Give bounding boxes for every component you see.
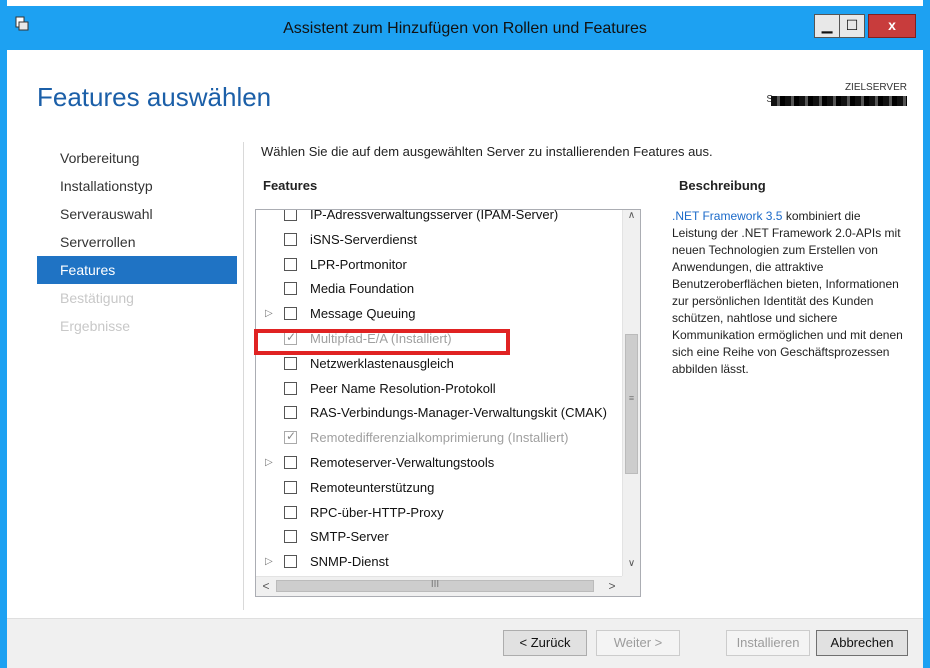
window-title: Assistent zum Hinzufügen von Rollen und … — [283, 20, 647, 37]
expand-arrow-icon[interactable]: ▷ — [265, 457, 273, 468]
feature-checkbox[interactable] — [284, 505, 297, 519]
target-server-redacted — [771, 96, 907, 106]
cancel-button[interactable]: Abbrechen — [816, 630, 908, 656]
feature-row[interactable]: iSNS-Serverdienst — [256, 229, 622, 253]
title-bar: Assistent zum Hinzufügen von Rollen und … — [0, 6, 930, 50]
feature-row[interactable]: Media Foundation — [256, 278, 622, 302]
description-header: Beschreibung — [679, 178, 766, 193]
feature-checkbox[interactable] — [284, 555, 297, 569]
scroll-up-icon[interactable]: ∧ — [623, 210, 640, 228]
feature-row[interactable]: Netzwerklastenausgleich — [256, 353, 622, 377]
nav-item-ergebnisse: Ergebnisse — [60, 318, 131, 334]
scroll-thumb-vertical[interactable]: ≡ — [625, 334, 638, 474]
nav-item-installationstyp[interactable]: Installationstyp — [37, 172, 237, 200]
page-title: Features auswählen — [37, 82, 272, 112]
grip-icon: III — [430, 579, 440, 590]
nav-item-serverrollen[interactable]: Serverrollen — [37, 228, 237, 256]
feature-label: LPR-Portmonitor — [310, 256, 407, 272]
feature-label: RPC-über-HTTP-Proxy — [310, 504, 444, 520]
nav-item-serverauswahl[interactable]: Serverauswahl — [37, 200, 237, 228]
feature-checkbox — [284, 429, 297, 445]
nav-item-bestaetigung: Bestätigung — [60, 290, 134, 306]
feature-label: Remoteserver-Verwaltungstools — [310, 455, 495, 470]
close-button[interactable]: x — [868, 14, 916, 38]
feature-checkbox[interactable] — [284, 282, 297, 296]
nav-item-vorbereitung[interactable]: Vorbereitung — [37, 144, 237, 172]
feature-row[interactable]: ▷ SNMP-Dienst — [256, 551, 622, 575]
maximize-icon: ☐ — [845, 17, 859, 33]
feature-label: SNMP-Dienst — [310, 554, 389, 570]
expand-arrow-icon[interactable]: ▷ — [265, 308, 273, 319]
scroll-left-icon[interactable]: < — [258, 579, 274, 593]
feature-label: IP-Adressverwaltungsserver (IPAM-Server) — [310, 210, 559, 222]
feature-row[interactable]: SMTP-Server — [256, 526, 622, 550]
target-server-label: ZIELSERVER — [844, 82, 907, 93]
wizard-nav: Vorbereitung Installationstyp Serverausw… — [37, 144, 237, 340]
maximize-button[interactable]: ☐ — [839, 14, 865, 38]
install-button[interactable]: Installieren — [726, 630, 810, 656]
feature-checkbox[interactable] — [284, 307, 297, 321]
feature-checkbox[interactable] — [284, 480, 297, 494]
feature-checkbox[interactable] — [284, 210, 297, 221]
feature-row[interactable]: IP-Adressverwaltungsserver (IPAM-Server) — [256, 210, 622, 228]
grip-icon: ≡ — [628, 393, 635, 403]
feature-label: iSNS-Serverdienst — [310, 231, 417, 247]
feature-checkbox[interactable] — [284, 456, 297, 469]
button-bar: < Zurück Weiter > Installieren Abbrechen — [7, 618, 923, 668]
feature-checkbox[interactable] — [284, 530, 297, 544]
feature-checkbox[interactable] — [284, 406, 297, 420]
highlight-box — [254, 329, 510, 355]
nav-divider — [243, 142, 244, 610]
vertical-scrollbar[interactable]: ∧ ≡ ∨ — [622, 210, 640, 576]
feature-label: SMTP-Server — [310, 529, 389, 545]
scroll-right-icon[interactable]: > — [604, 579, 620, 593]
feature-row[interactable]: RPC-über-HTTP-Proxy — [256, 502, 622, 526]
minimize-icon: ▁ — [821, 17, 833, 33]
instruction-text: Wählen Sie die auf dem ausgewählten Serv… — [261, 144, 713, 159]
description-body: kombiniert die Leistung der .NET Framewo… — [672, 209, 903, 376]
horizontal-scrollbar[interactable]: < III > — [256, 576, 622, 596]
close-icon: x — [888, 17, 896, 33]
features-header: Features — [263, 178, 318, 193]
scroll-corner — [622, 576, 640, 596]
feature-row[interactable]: ▷ Remoteserver-Verwaltungstools — [256, 452, 622, 476]
minimize-button[interactable]: ▁ — [814, 14, 840, 38]
description-text: .NET Framework 3.5 kombiniert die Leistu… — [672, 208, 904, 378]
wizard-content: Features auswählen ZIELSERVER S Vorberei… — [7, 50, 923, 618]
expand-arrow-icon[interactable]: ▷ — [265, 556, 273, 567]
features-list: IP-Adressverwaltungsserver (IPAM-Server)… — [256, 210, 622, 576]
back-button[interactable]: < Zurück — [503, 630, 587, 656]
feature-row[interactable]: Remotedifferenzialkomprimierung (Install… — [256, 427, 622, 451]
feature-label: Remoteunterstützung — [310, 479, 435, 495]
description-link[interactable]: .NET Framework 3.5 — [672, 209, 782, 223]
scroll-down-icon[interactable]: ∨ — [623, 558, 640, 576]
feature-label: Remotedifferenzialkomprimierung (Install… — [310, 430, 569, 446]
feature-row[interactable]: RAS-Verbindungs-Manager-Verwaltungskit (… — [256, 402, 622, 426]
feature-checkbox[interactable] — [284, 257, 297, 271]
feature-label: Message Queuing — [310, 306, 416, 322]
feature-checkbox[interactable] — [284, 381, 297, 395]
feature-label: Media Foundation — [310, 281, 415, 297]
feature-label: Netzwerklastenausgleich — [310, 355, 454, 371]
nav-item-features[interactable]: Features — [37, 256, 237, 284]
feature-row[interactable]: LPR-Portmonitor — [256, 254, 622, 278]
feature-label: Peer Name Resolution-Protokoll — [310, 380, 496, 396]
feature-checkbox[interactable] — [284, 232, 297, 246]
feature-row[interactable]: Remoteunterstützung — [256, 477, 622, 501]
features-tree[interactable]: IP-Adressverwaltungsserver (IPAM-Server)… — [255, 209, 641, 597]
next-button[interactable]: Weiter > — [596, 630, 680, 656]
feature-row[interactable]: ▷ Message Queuing — [256, 303, 622, 327]
feature-checkbox[interactable] — [284, 356, 297, 370]
feature-label: RAS-Verbindungs-Manager-Verwaltungskit (… — [310, 405, 607, 421]
scroll-thumb-horizontal[interactable]: III — [276, 579, 594, 592]
feature-row[interactable]: Peer Name Resolution-Protokoll — [256, 378, 622, 402]
